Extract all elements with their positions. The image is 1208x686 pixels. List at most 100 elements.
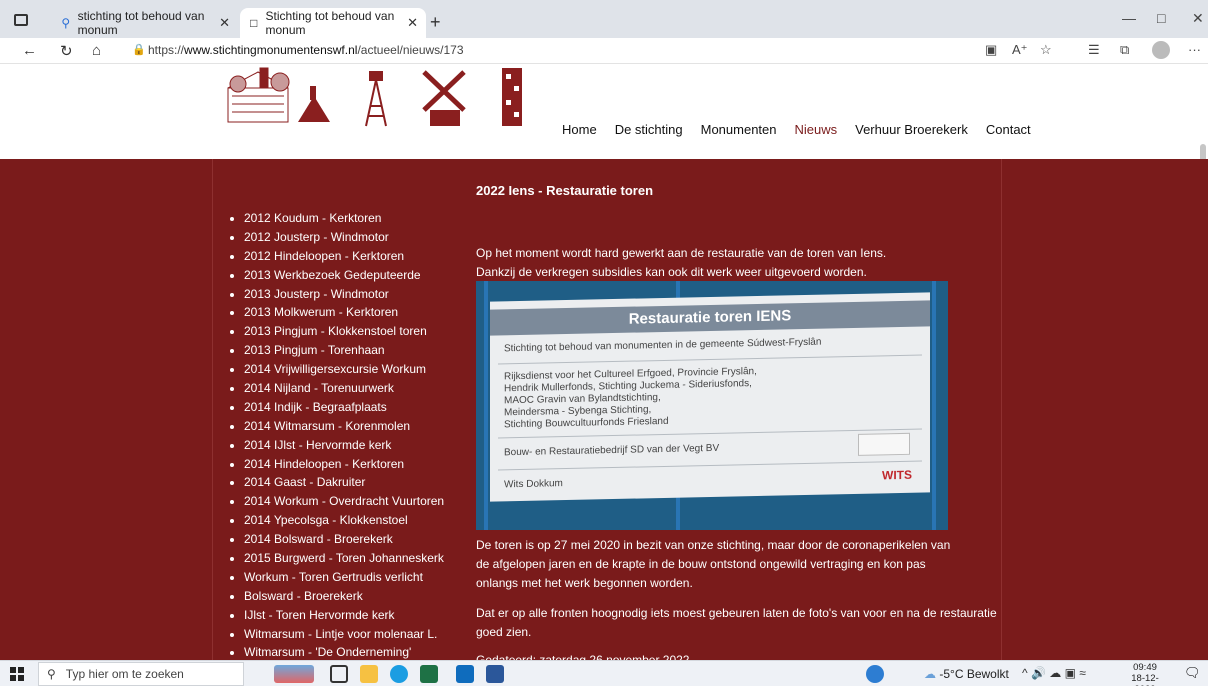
nav-verhuur-broerekerk[interactable]: Verhuur Broerekerk: [855, 122, 968, 137]
sidebar-news-link[interactable]: Witmarsum - 'De Onderneming': [244, 645, 411, 659]
sidebar-news-link[interactable]: 2014 Ypecolsga - Klokkenstoel: [244, 513, 408, 527]
nav-de-stichting[interactable]: De stichting: [615, 122, 683, 137]
paragraph-line: Dat er op alle fronten hoognodig iets mo…: [476, 606, 997, 620]
sidebar-news-item: 2014 Vrijwilligersexcursie Workum: [244, 360, 444, 379]
banner-line: Stichting Bouwcultuurfonds Friesland: [504, 415, 669, 431]
sidebar-news-item: 2013 Jousterp - Windmotor: [244, 285, 444, 304]
search-placeholder: Typ hier om te zoeken: [65, 667, 184, 681]
address-bar: ← ↻ ⌂ 🔒 https://www.stichtingmonumentens…: [0, 38, 1208, 64]
nav-home[interactable]: Home: [562, 122, 597, 137]
lock-icon[interactable]: 🔒: [132, 43, 146, 56]
sidebar-news-link[interactable]: 2014 IJlst - Hervormde kerk: [244, 438, 391, 452]
sidebar-news-link[interactable]: 2014 Indijk - Begraafplaats: [244, 400, 387, 414]
system-tray-icons[interactable]: ^ 🔊 ☁ ▣ ≈: [1022, 666, 1086, 680]
paragraph-line: Op het moment wordt hard gewerkt aan de …: [476, 246, 887, 260]
sidebar-news-link[interactable]: 2013 Werkbezoek Gedeputeerde: [244, 268, 421, 282]
search-highlight-icon[interactable]: [274, 665, 314, 683]
sidebar-news-link[interactable]: 2014 Gaast - Dakruiter: [244, 475, 365, 489]
notifications-icon[interactable]: 🗨: [1184, 665, 1201, 681]
sidebar-news-link[interactable]: 2013 Molkwerum - Kerktoren: [244, 305, 398, 319]
close-tab-icon[interactable]: ✕: [407, 15, 418, 31]
site-logo[interactable]: [224, 66, 532, 130]
more-menu-icon[interactable]: ···: [1188, 42, 1201, 57]
sidebar-news-item: Bolsward - Broerekerk: [244, 587, 444, 606]
main-navigation: Home De stichting Monumenten Nieuws Verh…: [562, 122, 1031, 137]
main-content: 2012 Koudum - Kerktoren 2012 Jousterp - W…: [0, 159, 1208, 660]
close-window-icon[interactable]: ✕: [1192, 10, 1204, 27]
page-icon: □: [250, 16, 258, 30]
sidebar-news-link[interactable]: 2012 Jousterp - Windmotor: [244, 230, 389, 244]
paragraph-line: goed zien.: [476, 625, 532, 639]
nav-monumenten[interactable]: Monumenten: [701, 122, 777, 137]
sidebar-news-link[interactable]: 2012 Koudum - Kerktoren: [244, 211, 381, 225]
sidebar-news-item: 2013 Molkwerum - Kerktoren: [244, 303, 444, 322]
sidebar-news-link[interactable]: 2013 Pingjum - Klokkenstoel toren: [244, 324, 427, 338]
sidebar-news-link[interactable]: 2014 Nijland - Torenuurwerk: [244, 381, 394, 395]
paragraph-line: De toren is op 27 mei 2020 in bezit van …: [476, 538, 951, 552]
sidebar-news-item: 2012 Hindeloopen - Kerktoren: [244, 247, 444, 266]
paragraph-line: onlangs met het werk begonnen worden.: [476, 576, 693, 590]
browser-tab-1[interactable]: ⚲ stichting tot behoud van monum ✕: [52, 8, 238, 38]
refresh-icon[interactable]: ↻: [60, 42, 73, 60]
profile-avatar[interactable]: [1152, 41, 1170, 59]
nav-contact[interactable]: Contact: [986, 122, 1031, 137]
banner-divider: [498, 460, 922, 471]
home-icon[interactable]: ⌂: [92, 42, 101, 59]
sidebar-news-link[interactable]: Bolsward - Broerekerk: [244, 589, 363, 603]
sidebar-news-link[interactable]: 2013 Pingjum - Torenhaan: [244, 343, 385, 357]
url-path: /actueel/nieuws/173: [357, 43, 464, 57]
read-aloud-icon[interactable]: A⁺: [1012, 42, 1028, 58]
banner-line: Bouw- en Restauratiebedrijf SD van der V…: [504, 442, 720, 459]
taskbar-search-input[interactable]: ⚲ Typ hier om te zoeken: [38, 662, 244, 686]
collections-icon[interactable]: ⧉: [1120, 42, 1129, 58]
weather-text: -5°C Bewolkt: [939, 667, 1009, 681]
url-field[interactable]: https://www.stichtingmonumentenswf.nl/ac…: [148, 43, 464, 57]
favorites-list-icon[interactable]: ☰: [1088, 42, 1100, 58]
tab-actions-icon[interactable]: [14, 14, 28, 26]
restore-icon[interactable]: □: [1157, 10, 1165, 26]
sidebar-news-item: Workum - Toren Gertrudis verlicht: [244, 568, 444, 587]
scaffold-pole: [484, 281, 488, 530]
news-sidebar-list: 2012 Koudum - Kerktoren 2012 Jousterp - W…: [230, 209, 444, 660]
reader-view-icon[interactable]: ▣: [985, 42, 997, 58]
restoration-banner-photo[interactable]: Restauratie toren IENS Stichting tot beh…: [476, 281, 948, 530]
minimize-icon[interactable]: —: [1122, 10, 1136, 26]
sidebar-news-item: 2014 Gaast - Dakruiter: [244, 473, 444, 492]
sidebar-news-link[interactable]: 2014 Bolsward - Broerekerk: [244, 532, 393, 546]
task-view-icon[interactable]: [330, 665, 348, 683]
banner-divider: [498, 354, 922, 365]
browser-tab-2-active[interactable]: □ Stichting tot behoud van monum ✕: [240, 8, 426, 38]
sidebar-news-link[interactable]: 2015 Burgwerd - Toren Johanneskerk: [244, 551, 444, 565]
file-explorer-icon[interactable]: [360, 665, 378, 683]
sidebar-news-link[interactable]: 2014 Workum - Overdracht Vuurtoren: [244, 494, 444, 508]
sidebar-news-item: 2012 Koudum - Kerktoren: [244, 209, 444, 228]
sidebar-news-link[interactable]: IJlst - Toren Hervormde kerk: [244, 608, 395, 622]
update-icon[interactable]: [866, 665, 884, 683]
back-icon[interactable]: ←: [22, 42, 37, 59]
weather-widget[interactable]: ☁ -5°C Bewolkt: [924, 667, 1009, 681]
windows-start-icon[interactable]: [10, 667, 24, 681]
sidebar-news-link[interactable]: 2014 Witmarsum - Korenmolen: [244, 419, 410, 433]
sidebar-news-link[interactable]: 2012 Hindeloopen - Kerktoren: [244, 249, 404, 263]
banner-line: Wits Dokkum: [504, 478, 563, 491]
close-tab-icon[interactable]: ✕: [219, 15, 230, 31]
outlook-icon[interactable]: [456, 665, 474, 683]
sidebar-news-link[interactable]: 2014 Vrijwilligersexcursie Workum: [244, 362, 426, 376]
nav-nieuws[interactable]: Nieuws: [795, 122, 838, 137]
edge-icon[interactable]: [390, 665, 408, 683]
word-icon[interactable]: [486, 665, 504, 683]
sidebar-news-item: 2015 Burgwerd - Toren Johanneskerk: [244, 549, 444, 568]
sidebar-news-link[interactable]: 2014 Hindeloopen - Kerktoren: [244, 457, 404, 471]
favorite-icon[interactable]: ☆: [1040, 42, 1052, 58]
clock-date: 18-12-2022: [1131, 673, 1159, 686]
sidebar-news-item: 2013 Werkbezoek Gedeputeerde: [244, 266, 444, 285]
sidebar-news-link[interactable]: Workum - Toren Gertrudis verlicht: [244, 570, 423, 584]
new-tab-icon[interactable]: +: [430, 12, 441, 33]
excel-icon[interactable]: [420, 665, 438, 683]
url-prefix: https://: [148, 43, 185, 57]
sidebar-news-item: 2014 Ypecolsga - Klokkenstoel: [244, 511, 444, 530]
article-paragraph-2: De toren is op 27 mei 2020 in bezit van …: [476, 536, 950, 593]
taskbar-clock[interactable]: 09:49 18-12-2022: [1124, 662, 1166, 686]
sidebar-news-link[interactable]: 2013 Jousterp - Windmotor: [244, 287, 389, 301]
sidebar-news-link[interactable]: Witmarsum - Lintje voor molenaar L.: [244, 627, 437, 641]
